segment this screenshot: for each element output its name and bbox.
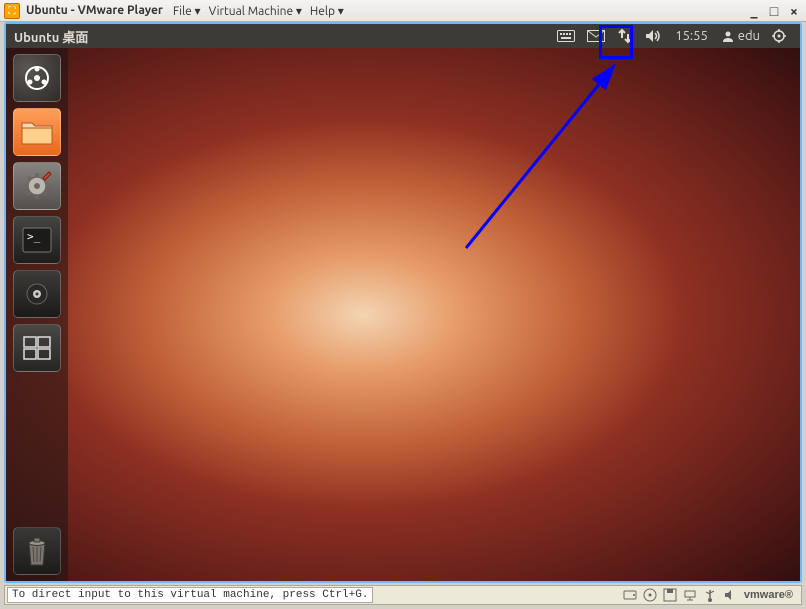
vmware-status-message: To direct input to this virtual machine,…	[7, 587, 373, 603]
clock-indicator[interactable]: 15:55	[667, 29, 716, 43]
launcher-files-icon[interactable]	[13, 108, 61, 156]
ubuntu-app-title: Ubuntu 桌面	[14, 27, 88, 46]
launcher-dash-icon[interactable]	[13, 54, 61, 102]
launcher-software-icon[interactable]	[13, 270, 61, 318]
vm-viewport[interactable]: Ubuntu 桌面 15:55 edu	[4, 22, 802, 583]
vmware-statusbar: To direct input to this virtual machine,…	[4, 585, 802, 605]
network-indicator-icon[interactable]	[611, 24, 639, 48]
ubuntu-topbar: Ubuntu 桌面 15:55 edu	[6, 24, 800, 48]
session-indicator-icon[interactable]	[766, 24, 792, 48]
window-controls: _ □ ×	[746, 3, 802, 19]
vmware-menu-vm[interactable]: Virtual Machine ▾	[209, 4, 302, 18]
close-button[interactable]: ×	[786, 3, 802, 19]
vmware-floppy-icon[interactable]	[662, 587, 678, 603]
vmware-menu-bar: File ▾ Virtual Machine ▾ Help ▾	[173, 4, 344, 18]
svg-text:>_: >_	[27, 230, 41, 243]
vmware-menu-help[interactable]: Help ▾	[310, 4, 344, 18]
vmware-titlebar: Ubuntu - VMware Player File ▾ Virtual Ma…	[0, 0, 806, 22]
launcher-settings-icon[interactable]	[13, 162, 61, 210]
annotation-arrow	[446, 58, 636, 258]
ubuntu-desktop[interactable]: >_	[6, 48, 800, 581]
user-indicator[interactable]: edu	[716, 29, 766, 43]
vmware-cd-icon[interactable]	[642, 587, 658, 603]
vmware-net-icon[interactable]	[682, 587, 698, 603]
minimize-button[interactable]: _	[746, 3, 762, 19]
vmware-menu-file[interactable]: File ▾	[173, 4, 201, 18]
launcher-terminal-icon[interactable]: >_	[13, 216, 61, 264]
mail-indicator-icon[interactable]	[581, 24, 611, 48]
volume-indicator-icon[interactable]	[639, 24, 667, 48]
vmware-window-title: Ubuntu - VMware Player	[26, 4, 163, 17]
launcher-trash-icon[interactable]	[13, 527, 61, 575]
maximize-button[interactable]: □	[766, 3, 782, 19]
vmware-status-icons	[622, 587, 738, 603]
vmware-sound-icon[interactable]	[722, 587, 738, 603]
vmware-brand: vmware®	[738, 589, 799, 601]
user-icon	[722, 30, 734, 42]
vmware-hdd-icon[interactable]	[622, 587, 638, 603]
launcher-workspace-icon[interactable]	[13, 324, 61, 372]
vmware-logo-icon	[4, 3, 20, 19]
user-name: edu	[738, 29, 760, 43]
unity-launcher: >_	[6, 48, 68, 581]
vmware-usb-icon[interactable]	[702, 587, 718, 603]
keyboard-indicator-icon[interactable]	[551, 24, 581, 48]
